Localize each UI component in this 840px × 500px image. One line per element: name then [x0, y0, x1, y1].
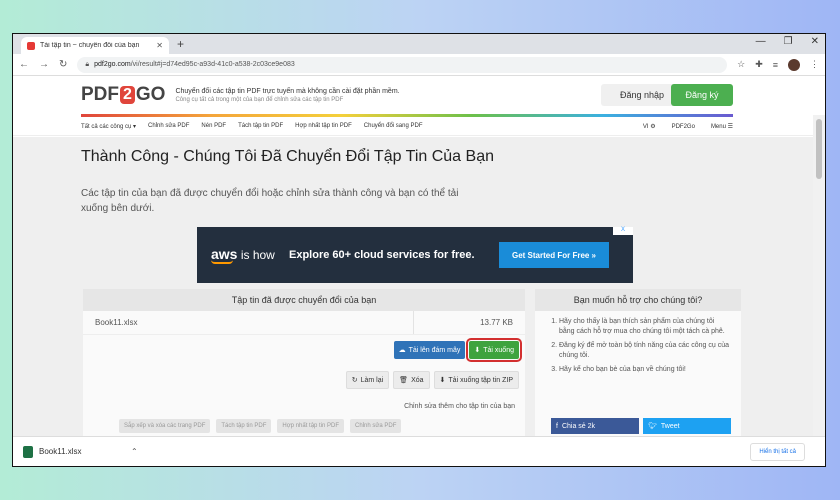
- page-subtitle: Các tập tin của bạn đã được chuyển đổi h…: [81, 188, 459, 214]
- download-icon: ⬇: [439, 377, 446, 384]
- cloud-upload-icon: ☁: [398, 347, 406, 354]
- language-selector[interactable]: VI ⚙: [643, 123, 656, 130]
- extensions-icon[interactable]: ✚: [755, 59, 763, 70]
- tool-split-pdf[interactable]: Tách tập tin PDF: [216, 419, 272, 433]
- minimize-icon[interactable]: —: [756, 36, 766, 47]
- nav-convert-to-pdf[interactable]: Chuyển đổi sang PDF: [364, 123, 423, 129]
- nav-brand[interactable]: PDF2Go: [672, 124, 695, 130]
- support-list: Hãy cho thấy là bạn thích sản phẩm của c…: [535, 311, 741, 375]
- redo-button[interactable]: ↻ Làm lại: [345, 371, 390, 389]
- show-all-button[interactable]: Hiển thị tất cả: [750, 443, 805, 461]
- aws-logo: aws is how: [211, 246, 275, 264]
- site-header: PDF 2 GO Chuyển đổi các tập tin PDF trực t…: [13, 76, 825, 114]
- scrollbar-thumb[interactable]: [816, 119, 822, 179]
- download-zip-button[interactable]: ⬇ Tải xuống tập tin ZIP: [433, 371, 519, 389]
- chevron-up-icon[interactable]: ⌃: [131, 447, 138, 456]
- ad-cta-button[interactable]: Get Started For Free »: [499, 242, 609, 268]
- file-size: 13.77 KB: [480, 318, 513, 327]
- nav-all-tools[interactable]: Tất cả các công cụ ▾: [81, 123, 136, 130]
- twitter-share-button[interactable]: 🐦︎ Tweet: [643, 418, 731, 434]
- browser-window: Tải tập tin ~ chuyển đổi của bạn ✕ + — ❐…: [12, 33, 826, 467]
- nav-right: VI ⚙ PDF2Go Menu ☰: [643, 117, 733, 136]
- site-nav: Tất cả các công cụ ▾ Chỉnh sửa PDF Nén P…: [13, 117, 825, 136]
- pdf2go-logo[interactable]: PDF 2 GO: [81, 84, 165, 106]
- support-item: Hãy kể cho bạn bè của bạn về chúng tôi!: [559, 365, 729, 375]
- close-tab-icon[interactable]: ✕: [156, 41, 163, 50]
- lock-icon: 🔒︎: [85, 60, 90, 68]
- secondary-actions: ↻ Làm lại 🗑︎ Xóa ⬇ Tải xuống tập tin ZIP: [345, 371, 519, 389]
- twitter-icon: 🐦︎: [648, 423, 657, 430]
- reading-list-icon[interactable]: ≡: [773, 60, 778, 70]
- browser-toolbar: ← → ↻ 🔒︎ pdf2go.com/vi/result#j=d74ed95c…: [13, 54, 825, 76]
- nav-merge-pdf[interactable]: Hợp nhất tập tin PDF: [295, 123, 352, 129]
- tool-edit-pdf[interactable]: Chỉnh sửa PDF: [350, 419, 402, 433]
- download-button[interactable]: ⬇ Tải xuống: [466, 338, 522, 362]
- tab-strip: Tải tập tin ~ chuyển đổi của bạn ✕ + — ❐…: [13, 34, 825, 54]
- trash-icon: 🗑︎: [399, 377, 409, 384]
- support-title: Bạn muốn hỗ trợ cho chúng tôi?: [535, 289, 741, 311]
- more-menu-icon[interactable]: ⋮: [810, 59, 819, 70]
- main-content: Thành Công - Chúng Tôi Đã Chuyển Đổi Tập…: [13, 137, 813, 436]
- window-controls: — ❐ ✕: [756, 36, 819, 47]
- files-panel-title: Tập tin đã được chuyển đổi của bạn: [83, 289, 525, 311]
- support-panel: Bạn muốn hỗ trợ cho chúng tôi? Hãy cho t…: [535, 289, 741, 436]
- maximize-icon[interactable]: ❐: [784, 36, 793, 47]
- primary-actions: ☁ Tải lên đám mây ⬇ Tải xuống: [393, 338, 522, 362]
- share-buttons: f Chia sẻ 2k 🐦︎ Tweet: [551, 418, 731, 434]
- page-title: Thành Công - Chúng Tôi Đã Chuyển Đổi Tập…: [81, 148, 494, 165]
- download-icon: ⬇: [474, 347, 481, 354]
- favicon-icon: [27, 41, 35, 50]
- facebook-icon: f: [556, 422, 558, 430]
- support-item: Đăng ký để mở toàn bộ tính năng của các …: [559, 341, 729, 361]
- download-bar: Book11.xlsx ⌃ Hiển thị tất cả: [13, 436, 825, 466]
- nav-compress-pdf[interactable]: Nén PDF: [201, 123, 226, 129]
- signup-button[interactable]: Đăng ký: [671, 84, 733, 106]
- ad-close-icon[interactable]: X: [613, 227, 633, 235]
- file-name: Book11.xlsx: [95, 318, 138, 327]
- address-bar[interactable]: 🔒︎ pdf2go.com/vi/result#j=d74ed95c-a93d-…: [77, 56, 728, 73]
- close-window-icon[interactable]: ✕: [811, 36, 819, 47]
- back-icon[interactable]: ←: [19, 59, 29, 70]
- tool-merge-pdf[interactable]: Hợp nhất tập tin PDF: [277, 419, 345, 433]
- redo-icon: ↻: [351, 377, 358, 384]
- converted-files-panel: Tập tin đã được chuyển đổi của bạn Book1…: [83, 289, 525, 436]
- tab-title: Tải tập tin ~ chuyển đổi của bạn: [40, 42, 140, 49]
- tagline-sub: Công cụ tất cả trong một của bạn để chỉn…: [175, 96, 344, 103]
- delete-button[interactable]: 🗑︎ Xóa: [393, 371, 430, 389]
- edit-more-label: Chỉnh sửa thêm cho tập tin của bạn: [404, 403, 515, 410]
- reload-icon[interactable]: ↻: [59, 59, 67, 70]
- new-tab-icon[interactable]: +: [177, 37, 184, 51]
- nav-edit-pdf[interactable]: Chỉnh sửa PDF: [148, 123, 189, 129]
- tagline: Chuyển đổi các tập tin PDF trực tuyến mà…: [175, 88, 399, 103]
- ad-message: Explore 60+ cloud services for free.: [289, 249, 475, 261]
- file-row: Book11.xlsx 13.77 KB: [83, 311, 525, 335]
- excel-file-icon: [23, 445, 33, 458]
- aws-ad-banner[interactable]: aws is how Explore 60+ cloud services fo…: [197, 227, 633, 283]
- support-item: Hãy cho thấy là bạn thích sản phẩm của c…: [559, 317, 729, 337]
- bookmark-star-icon[interactable]: ☆: [737, 59, 745, 70]
- tagline-main: Chuyển đổi các tập tin PDF trực tuyến mà…: [175, 87, 400, 95]
- facebook-share-button[interactable]: f Chia sẻ 2k: [551, 418, 639, 434]
- page-scrollbar[interactable]: [813, 115, 825, 436]
- edit-more-tools: Sắp xếp và xóa các trang PDF Tách tập ti…: [119, 419, 402, 433]
- browser-tab[interactable]: Tải tập tin ~ chuyển đổi của bạn ✕: [21, 37, 169, 54]
- toolbar-icons: ☆ ✚ ≡ ⋮: [737, 58, 819, 71]
- avatar[interactable]: [788, 58, 800, 71]
- url-text: pdf2go.com/vi/result#j=d74ed95c-a93d-41c…: [94, 61, 295, 68]
- forward-icon[interactable]: →: [39, 59, 49, 70]
- downloaded-file[interactable]: Book11.xlsx: [39, 447, 131, 456]
- upload-cloud-button[interactable]: ☁ Tải lên đám mây: [393, 341, 466, 359]
- menu-button[interactable]: Menu ☰: [711, 123, 733, 130]
- tool-sort-delete-pages[interactable]: Sắp xếp và xóa các trang PDF: [119, 419, 211, 433]
- nav-split-pdf[interactable]: Tách tập tin PDF: [238, 123, 283, 129]
